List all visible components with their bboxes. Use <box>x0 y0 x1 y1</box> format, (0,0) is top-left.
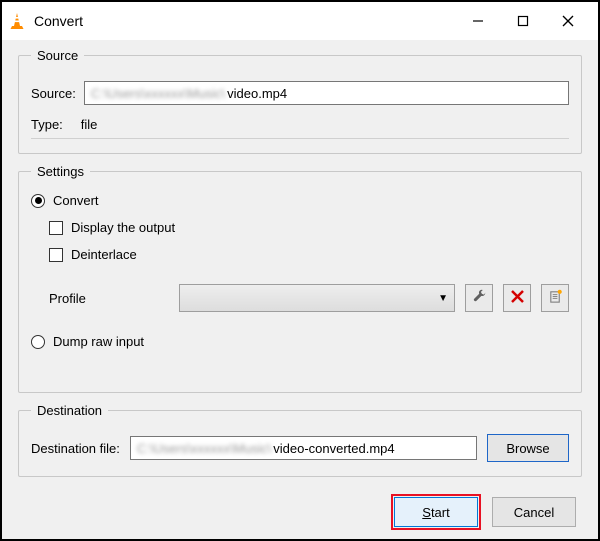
delete-profile-button[interactable] <box>503 284 531 312</box>
convert-radio-label: Convert <box>53 193 99 208</box>
checkbox-icon <box>49 221 63 235</box>
new-document-icon <box>548 289 563 307</box>
dialog-body: Source Source: C:\Users\xxxxxx\Music\ vi… <box>2 40 598 539</box>
new-profile-button[interactable] <box>541 284 569 312</box>
radio-icon <box>31 194 45 208</box>
browse-button[interactable]: Browse <box>487 434 569 462</box>
destination-group: Destination Destination file: C:\Users\x… <box>18 403 582 477</box>
dump-radio-label: Dump raw input <box>53 334 144 349</box>
type-label: Type: <box>31 117 63 132</box>
source-filename: video.mp4 <box>227 86 287 101</box>
titlebar: Convert <box>2 2 598 40</box>
display-output-checkbox[interactable]: Display the output <box>49 220 569 235</box>
dialog-buttons: Start Cancel <box>18 497 582 527</box>
window-title: Convert <box>34 13 455 29</box>
destination-legend: Destination <box>31 403 108 418</box>
destination-path-input[interactable]: C:\Users\xxxxxx\Music\ video-converted.m… <box>130 436 477 460</box>
type-value: file <box>81 117 98 132</box>
profile-select[interactable]: ▼ <box>179 284 455 312</box>
deinterlace-checkbox[interactable]: Deinterlace <box>49 247 569 262</box>
source-group: Source Source: C:\Users\xxxxxx\Music\ vi… <box>18 48 582 154</box>
window-controls <box>455 6 590 36</box>
source-path-hidden: C:\Users\xxxxxx\Music\ <box>91 86 225 101</box>
destination-path-hidden: C:\Users\xxxxxx\Music\ <box>137 441 271 456</box>
cancel-button[interactable]: Cancel <box>492 497 576 527</box>
start-label: Start <box>422 505 449 520</box>
radio-icon <box>31 335 45 349</box>
maximize-button[interactable] <box>500 6 545 36</box>
profile-label: Profile <box>49 291 169 306</box>
deinterlace-label: Deinterlace <box>71 247 137 262</box>
start-button[interactable]: Start <box>394 497 478 527</box>
source-legend: Source <box>31 48 84 63</box>
vlc-cone-icon <box>8 12 26 30</box>
settings-group: Settings Convert Display the output Dein… <box>18 164 582 393</box>
wrench-icon <box>472 289 487 307</box>
edit-profile-button[interactable] <box>465 284 493 312</box>
display-output-label: Display the output <box>71 220 175 235</box>
settings-legend: Settings <box>31 164 90 179</box>
dump-radio[interactable]: Dump raw input <box>31 334 569 349</box>
browse-label: Browse <box>506 441 549 456</box>
destination-filename: video-converted.mp4 <box>273 441 394 456</box>
convert-radio[interactable]: Convert <box>31 193 569 208</box>
checkbox-icon <box>49 248 63 262</box>
close-button[interactable] <box>545 6 590 36</box>
x-icon <box>511 290 524 306</box>
source-label: Source: <box>31 86 76 101</box>
destination-label: Destination file: <box>31 441 120 456</box>
chevron-down-icon: ▼ <box>438 293 448 304</box>
cancel-label: Cancel <box>514 505 554 520</box>
minimize-button[interactable] <box>455 6 500 36</box>
source-path-input[interactable]: C:\Users\xxxxxx\Music\ video.mp4 <box>84 81 569 105</box>
